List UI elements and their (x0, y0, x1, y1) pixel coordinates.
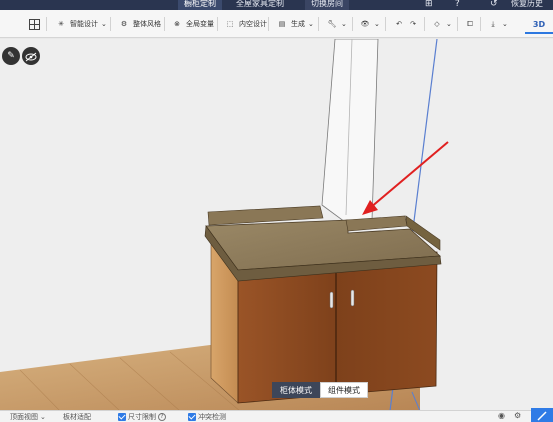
layout-button[interactable] (28, 17, 40, 31)
smart-design-label: 智能设计 (70, 20, 98, 28)
chevron-down-icon: ⌄ (308, 20, 314, 28)
pencil-icon: ✎ (7, 51, 15, 61)
checkbox-checked-icon (188, 413, 196, 421)
sparkle-icon: ✳ (58, 20, 64, 28)
chevron-down-icon: ⌄ (101, 20, 107, 28)
top-view-label: 顶面视图 (10, 413, 38, 421)
redo-button[interactable]: ↷ (407, 17, 419, 31)
hide-button[interactable] (22, 47, 40, 65)
chevron-down-icon: ⌄ (341, 20, 347, 28)
chevron-down-icon: ⌄ (502, 20, 508, 28)
cabinet-mode-button[interactable]: 柜体模式 (272, 382, 320, 398)
eye-slash-icon (25, 47, 37, 66)
door-handle-left (329, 291, 334, 309)
history-icon[interactable]: ↺ (490, 0, 498, 9)
board-adapt-label: 板材适配 (63, 413, 91, 421)
undo-icon: ↶ (396, 20, 402, 28)
globe-icon: ⊗ (174, 20, 180, 28)
pencil-button[interactable]: ✎ (2, 47, 20, 65)
help-icon[interactable]: ? (455, 0, 460, 9)
generate-button[interactable]: ▤ 生成 ⌄ (276, 17, 314, 31)
overall-style-button[interactable]: ⚙ 整体风格 (118, 17, 161, 31)
help-icon[interactable]: ? (158, 413, 166, 421)
redo-icon: ↷ (410, 20, 416, 28)
eraser-icon: ◇ (434, 20, 440, 28)
interior-design-button[interactable]: ⬚ 内空设计 (224, 17, 267, 31)
cabinet-designer-app: 橱柜定制 全屋家具定制 切换房间 ⊞ ? ↺ 恢复历史 ✳ 智能设计 ⌄ ⚙ 整… (0, 0, 553, 422)
checkbox-checked-icon (118, 413, 126, 421)
download-icon: ⤓ (491, 20, 495, 28)
scene-svg (0, 39, 553, 411)
generate-icon: ▤ (278, 20, 286, 28)
board-adapt-toggle[interactable]: 板材适配 (63, 412, 91, 422)
fullscreen-button[interactable]: ⧠ (464, 17, 476, 31)
style-icon: ⚙ (120, 20, 128, 28)
size-limit-checkbox[interactable]: 尺寸限制 ? (118, 412, 166, 422)
conflict-check-checkbox[interactable]: 冲突检测 (188, 412, 226, 422)
eye-icon: 👁︎ (360, 20, 370, 28)
size-limit-label: 尺寸限制 (128, 413, 156, 421)
overall-style-label: 整体风格 (133, 20, 161, 28)
grid-menu-icon[interactable]: ⊞ (425, 0, 433, 9)
conflict-check-label: 冲突检测 (198, 413, 226, 421)
generate-label: 生成 (291, 20, 305, 28)
status-bar: 顶面视图 ⌄ 板材适配 尺寸限制 ? 冲突检测 ◉ ⚙ (0, 410, 553, 422)
frame-icon: ⬚ (226, 20, 234, 28)
component-mode-button[interactable]: 组件模式 (320, 382, 368, 398)
mode-switch: 柜体模式 组件模式 (272, 382, 368, 398)
3d-viewport[interactable] (0, 39, 553, 411)
chevron-down-icon: ⌄ (374, 20, 380, 28)
frame-corners-icon: ⧠ (467, 20, 473, 28)
wrench-icon: 🔧︎ (327, 20, 337, 28)
door-handle-right (350, 289, 355, 307)
layout-icon (28, 18, 40, 30)
camera-icon[interactable]: ◉ (498, 411, 505, 420)
gear-icon[interactable]: ⚙ (514, 411, 521, 420)
tab-cabinet[interactable]: 橱柜定制 (178, 0, 222, 10)
chevron-down-icon: ⌄ (40, 413, 46, 421)
download-dropdown[interactable]: ⤓ ⌄ (487, 17, 508, 31)
restore-history-button[interactable]: 恢复历史 (505, 0, 549, 10)
chevron-down-icon: ⌄ (446, 20, 452, 28)
switch-room-button[interactable]: 切换房间 (305, 0, 349, 10)
global-variables-button[interactable]: ⊗ 全局变量 (171, 17, 214, 31)
smart-design-button[interactable]: ✳ 智能设计 ⌄ (55, 17, 107, 31)
interior-design-label: 内空设计 (239, 20, 267, 28)
top-view-toggle[interactable]: 顶面视图 ⌄ (10, 412, 46, 422)
undo-button[interactable]: ↶ (393, 17, 405, 31)
view-3d-tab[interactable]: 3D (525, 16, 553, 34)
eraser-dropdown[interactable]: ◇ ⌄ (431, 17, 452, 31)
global-variables-label: 全局变量 (186, 20, 214, 28)
main-toolbar: ✳ 智能设计 ⌄ ⚙ 整体风格 ⊗ 全局变量 ⬚ 内空设计 ▤ 生成 ⌄ 🔧︎ … (0, 10, 553, 38)
tab-whole-house[interactable]: 全屋家具定制 (230, 0, 290, 10)
top-navigation: 橱柜定制 全屋家具定制 切换房间 ⊞ ? ↺ 恢复历史 (0, 0, 553, 10)
view-dropdown[interactable]: 👁︎ ⌄ (359, 17, 380, 31)
pointer-tool-button[interactable] (531, 408, 553, 422)
tools-dropdown[interactable]: 🔧︎ ⌄ (326, 17, 347, 31)
